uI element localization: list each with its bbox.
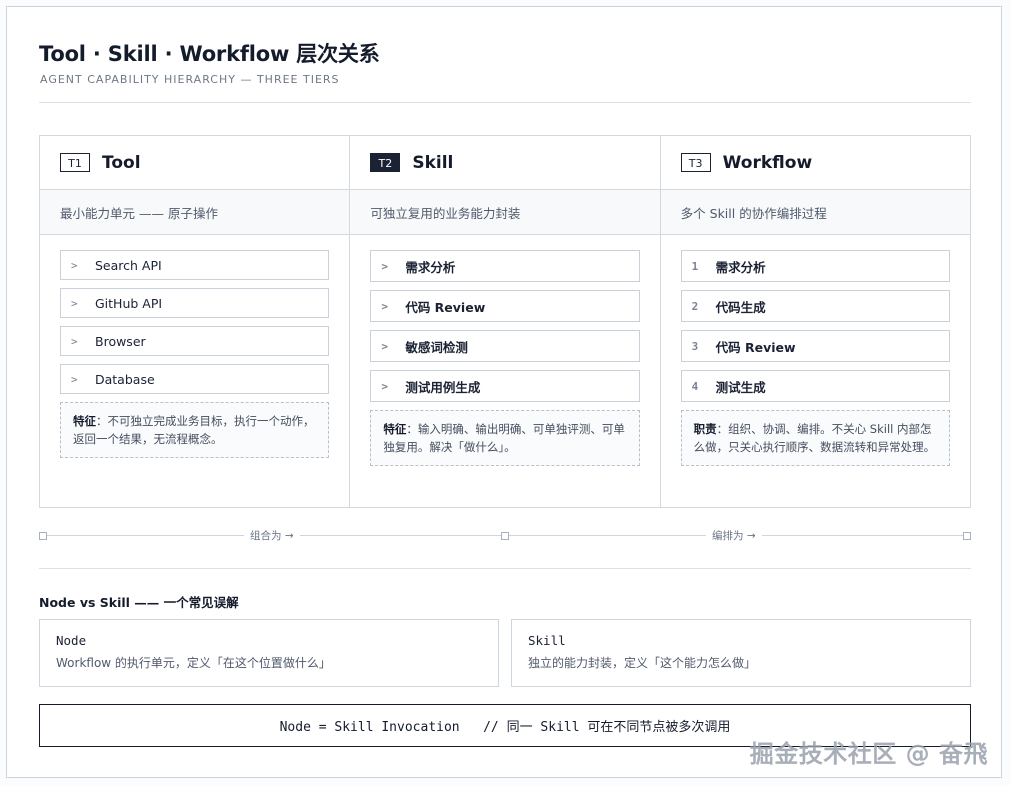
connector-node <box>963 532 971 540</box>
workflow-steps: 1 需求分析 2 代码生成 3 代码 Review 4 测试生成 职责：组织、协调、编排… <box>661 235 970 466</box>
item-label: 需求分析 <box>405 259 456 275</box>
column-title: Tool <box>102 152 141 173</box>
item-label: 需求分析 <box>715 259 766 275</box>
column-header: T1 Tool <box>40 136 350 190</box>
card-description: 独立的能力封装，定义「这个能力怎么做」 <box>528 656 757 670</box>
connector-node <box>501 532 509 540</box>
tier-badge: T1 <box>60 153 90 172</box>
page-subtitle: AGENT CAPABILITY HIERARCHY — THREE TIERS <box>40 73 340 86</box>
tier-column-tool: T1 Tool 最小能力单元 —— 原子操作 > Search API > GitH… <box>40 136 351 507</box>
chevron-right-icon: > <box>71 372 78 386</box>
step-number: 2 <box>691 299 699 313</box>
note-label: 职责 <box>693 422 717 436</box>
column-description: 多个 Skill 的协作编排过程 <box>660 190 970 235</box>
note-label: 特征 <box>383 422 407 436</box>
step-number: 4 <box>691 379 699 393</box>
tier-badge: T3 <box>680 153 711 172</box>
tier-column-skill: T2 Skill 可独立复用的业务能力封装 > 需求分析 > 代码 Review >… <box>350 136 661 507</box>
column-title: Skill <box>412 152 454 173</box>
card-title: Skill <box>528 633 566 648</box>
skill-item: > 敏感词检测 <box>370 330 640 362</box>
column-note: 职责：组织、协调、编排。不关心 Skill 内部怎么做，只关心执行顺序、数据流转… <box>680 410 950 466</box>
step-number: 1 <box>691 259 699 273</box>
step-number: 3 <box>691 339 699 353</box>
title-divider <box>39 102 971 103</box>
column-header: T2 Skill <box>350 136 660 190</box>
item-label: 敏感词检测 <box>405 339 468 355</box>
workflow-step: 2 代码生成 <box>680 290 950 322</box>
chevron-right-icon: > <box>71 334 78 348</box>
card-title: Node <box>56 633 87 648</box>
skill-list: > 需求分析 > 代码 Review > 敏感词检测 > 测试用例生成 特征：输入明确、… <box>350 235 659 466</box>
tool-item: > Database <box>60 364 330 394</box>
item-label: 代码 Review <box>715 339 796 355</box>
workflow-step: 1 需求分析 <box>680 250 950 282</box>
workflow-step: 4 测试生成 <box>680 370 950 402</box>
tool-item: > Browser <box>60 326 330 356</box>
column-note: 特征：输入明确、输出明确、可单独评测、可单独复用。解决「做什么」。 <box>370 410 640 466</box>
workflow-step: 3 代码 Review <box>680 330 950 362</box>
column-title: Workflow <box>722 152 813 173</box>
compare-node-card: Node Workflow 的执行单元，定义「在这个位置做什么」 <box>39 619 499 687</box>
section-title: Node vs Skill —— 一个常见误解 <box>39 595 239 610</box>
chevron-right-icon: > <box>381 299 388 313</box>
chevron-right-icon: > <box>381 379 388 393</box>
chevron-right-icon: > <box>71 296 78 310</box>
item-label: 代码 Review <box>405 299 486 315</box>
tool-item: > Search API <box>60 250 330 280</box>
column-description: 最小能力单元 —— 原子操作 <box>40 190 350 235</box>
note-label: 特征 <box>73 414 96 428</box>
chevron-right-icon: > <box>71 258 78 272</box>
note-text: ：组织、协调、编排。不关心 Skill 内部怎么做，只关心执行顺序、数据流转和异… <box>693 422 936 454</box>
note-text: ：不可独立完成业务目标，执行一个动作，返回一个结果，无流程概念。 <box>73 414 315 446</box>
page-title: Tool · Skill · Workflow 层次关系 <box>39 42 380 66</box>
compare-skill-card: Skill 独立的能力封装，定义「这个能力怎么做」 <box>511 619 971 687</box>
tool-list: > Search API > GitHub API > Browser > Databa… <box>40 235 349 458</box>
item-label: 代码生成 <box>715 299 766 315</box>
section-divider <box>39 568 971 569</box>
column-note: 特征：不可独立完成业务目标，执行一个动作，返回一个结果，无流程概念。 <box>60 402 330 458</box>
item-label: 测试用例生成 <box>405 379 481 395</box>
column-header: T3 Workflow <box>660 136 970 190</box>
tool-item: > GitHub API <box>60 288 330 318</box>
item-label: GitHub API <box>95 295 163 311</box>
chevron-right-icon: > <box>381 339 388 353</box>
card-description: Workflow 的执行单元，定义「在这个位置做什么」 <box>56 656 331 670</box>
note-text: ：输入明确、输出明确、可单独评测、可单独复用。解决「做什么」。 <box>383 422 625 454</box>
connector-label-orchestrate: 编排为 → <box>706 528 762 543</box>
column-description: 可独立复用的业务能力封装 <box>350 190 660 235</box>
item-label: Browser <box>95 333 146 349</box>
tier-badge: T2 <box>370 153 401 172</box>
connector-label-compose: 组合为 → <box>244 528 300 543</box>
skill-item: > 测试用例生成 <box>370 370 640 402</box>
item-label: Search API <box>95 257 162 273</box>
connector-node <box>39 532 47 540</box>
skill-item: > 需求分析 <box>370 250 640 282</box>
tier-column-workflow: T3 Workflow 多个 Skill 的协作编排过程 1 需求分析 2 代码生成… <box>660 136 970 507</box>
item-label: Database <box>95 371 155 387</box>
item-label: 测试生成 <box>715 379 766 395</box>
skill-item: > 代码 Review <box>370 290 640 322</box>
chevron-right-icon: > <box>381 259 388 273</box>
watermark: 掘金技术社区 @ 奋飛 <box>749 740 988 768</box>
tier-grid: T1 Tool 最小能力单元 —— 原子操作 > Search API > GitH… <box>39 135 971 508</box>
